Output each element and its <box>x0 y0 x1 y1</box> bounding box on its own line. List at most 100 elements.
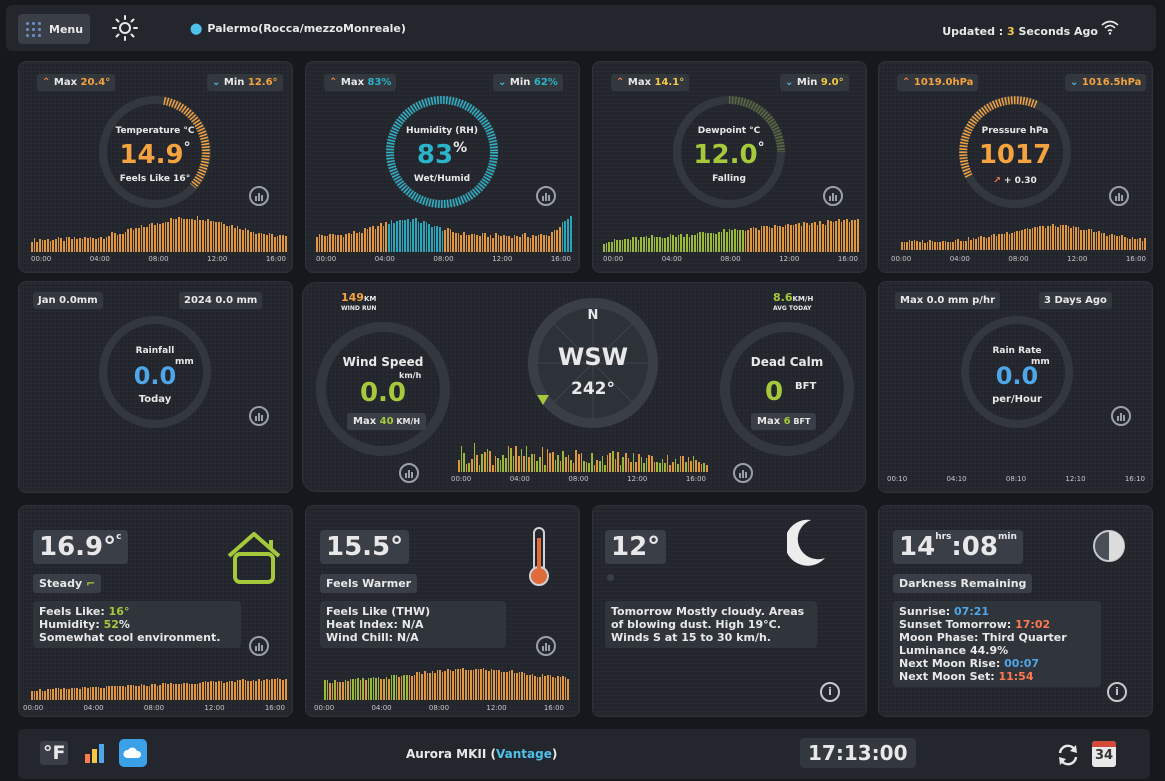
history-bar <box>537 234 540 252</box>
history-bar <box>1013 232 1016 250</box>
history-bar <box>274 679 276 700</box>
indoor-trend: Steady ⌐ <box>33 574 102 593</box>
history-bar <box>659 236 661 252</box>
forecast-dot <box>607 574 614 581</box>
history-bar <box>244 679 247 700</box>
history-bar <box>627 457 630 472</box>
history-bar <box>814 221 816 252</box>
history-bar <box>228 225 231 252</box>
calendar-icon[interactable]: 34 <box>1092 741 1116 767</box>
humidity-title: Humidity (RH) <box>406 126 478 136</box>
location[interactable]: ⬤ Palermo(Rocca/mezzoMonreale) <box>190 22 406 35</box>
history-bar <box>420 222 422 252</box>
history-bar <box>957 239 959 250</box>
history-bar <box>1095 231 1098 250</box>
history-bar <box>113 233 116 252</box>
rainfall-month: Jan 0.0mm <box>33 292 103 309</box>
history-bar <box>111 232 113 252</box>
history-bar <box>326 680 329 700</box>
history-bar <box>73 236 76 252</box>
history-bar <box>409 221 412 252</box>
sun-icon[interactable] <box>112 15 138 41</box>
history-bar <box>499 460 502 472</box>
history-bar <box>518 672 521 700</box>
history-bar <box>396 221 398 252</box>
pressure-card: ⌃ 1019.0hPa ⌄ 1016.5hPa Pressure hPa 101… <box>878 61 1153 273</box>
history-bar <box>57 237 60 252</box>
refresh-icon[interactable] <box>1056 743 1080 767</box>
history-bar <box>223 682 226 700</box>
history-bar <box>1141 240 1144 250</box>
history-bar <box>1008 233 1011 250</box>
history-bar <box>682 455 685 472</box>
info-icon[interactable]: i <box>1107 682 1127 702</box>
history-bar <box>332 233 334 252</box>
history-bar <box>180 683 183 700</box>
history-bar <box>619 464 622 472</box>
history-bar <box>324 679 326 700</box>
history-bar <box>457 668 459 700</box>
history-bar <box>784 224 787 252</box>
menu-button[interactable]: Menu <box>18 14 90 44</box>
indoor-temperature: 16.9°c <box>33 530 128 564</box>
chart-icon[interactable] <box>249 636 269 656</box>
wind-speed-chart-icon[interactable] <box>399 463 419 483</box>
history-bar <box>454 668 457 700</box>
history-bar <box>226 682 228 700</box>
history-bar <box>477 668 480 700</box>
history-bar <box>617 452 619 472</box>
chart-icon[interactable] <box>536 186 556 206</box>
history-bar <box>153 224 156 252</box>
history-bar <box>497 235 500 252</box>
history-bar <box>848 222 851 252</box>
history-bar <box>703 463 705 472</box>
history-bar <box>236 225 239 252</box>
chart-icon[interactable] <box>823 186 843 206</box>
units-toggle-button[interactable]: °F <box>40 741 69 765</box>
beaufort-chart-icon[interactable] <box>733 463 753 483</box>
chart-icon[interactable] <box>1109 186 1129 206</box>
history-bar <box>1080 230 1082 250</box>
history-bar <box>148 224 151 252</box>
history-bar <box>513 234 516 252</box>
history-bar <box>611 451 614 472</box>
pressure-title: Pressure hPa <box>981 126 1049 136</box>
history-bar <box>341 681 344 700</box>
humidity-time-axis: 00:00 04:00 08:00 12:00 16:00 <box>316 255 571 263</box>
history-bar <box>1093 231 1095 250</box>
history-bar <box>613 238 616 252</box>
info-icon[interactable]: i <box>820 682 840 702</box>
history-bar <box>202 681 204 700</box>
history-bar <box>830 220 832 252</box>
history-bar <box>931 240 934 250</box>
history-bar <box>1088 229 1090 250</box>
history-bar <box>159 223 161 252</box>
history-bar <box>795 223 798 252</box>
history-bar <box>143 226 145 252</box>
chart-icon[interactable] <box>249 186 269 206</box>
rainfall-title: Rainfall <box>135 346 175 356</box>
history-bar <box>388 678 390 700</box>
history-bar <box>1052 224 1054 250</box>
history-bar <box>856 219 859 252</box>
chart-icon[interactable] <box>249 406 269 426</box>
bar-chart-icon[interactable] <box>84 742 106 764</box>
history-bar <box>148 685 151 700</box>
history-bar <box>790 225 792 252</box>
history-bar <box>367 677 370 700</box>
history-bar <box>952 241 954 250</box>
chart-icon[interactable] <box>536 636 556 656</box>
history-bar <box>494 456 497 472</box>
history-bar <box>1065 225 1067 250</box>
history-bar <box>572 462 575 472</box>
wind-card: 149KM WIND RUN 8.6KM/H AVG TODAY Wind Sp… <box>302 282 866 492</box>
history-bar <box>177 216 180 252</box>
history-bar <box>111 686 113 700</box>
history-bar <box>359 679 362 700</box>
cloud-icon[interactable] <box>119 739 147 767</box>
chart-icon[interactable] <box>1111 406 1131 426</box>
station-name: Aurora MKII (Vantage) <box>406 747 558 761</box>
history-bar <box>151 222 153 252</box>
history-bar <box>529 237 532 252</box>
history-bar <box>939 241 941 250</box>
